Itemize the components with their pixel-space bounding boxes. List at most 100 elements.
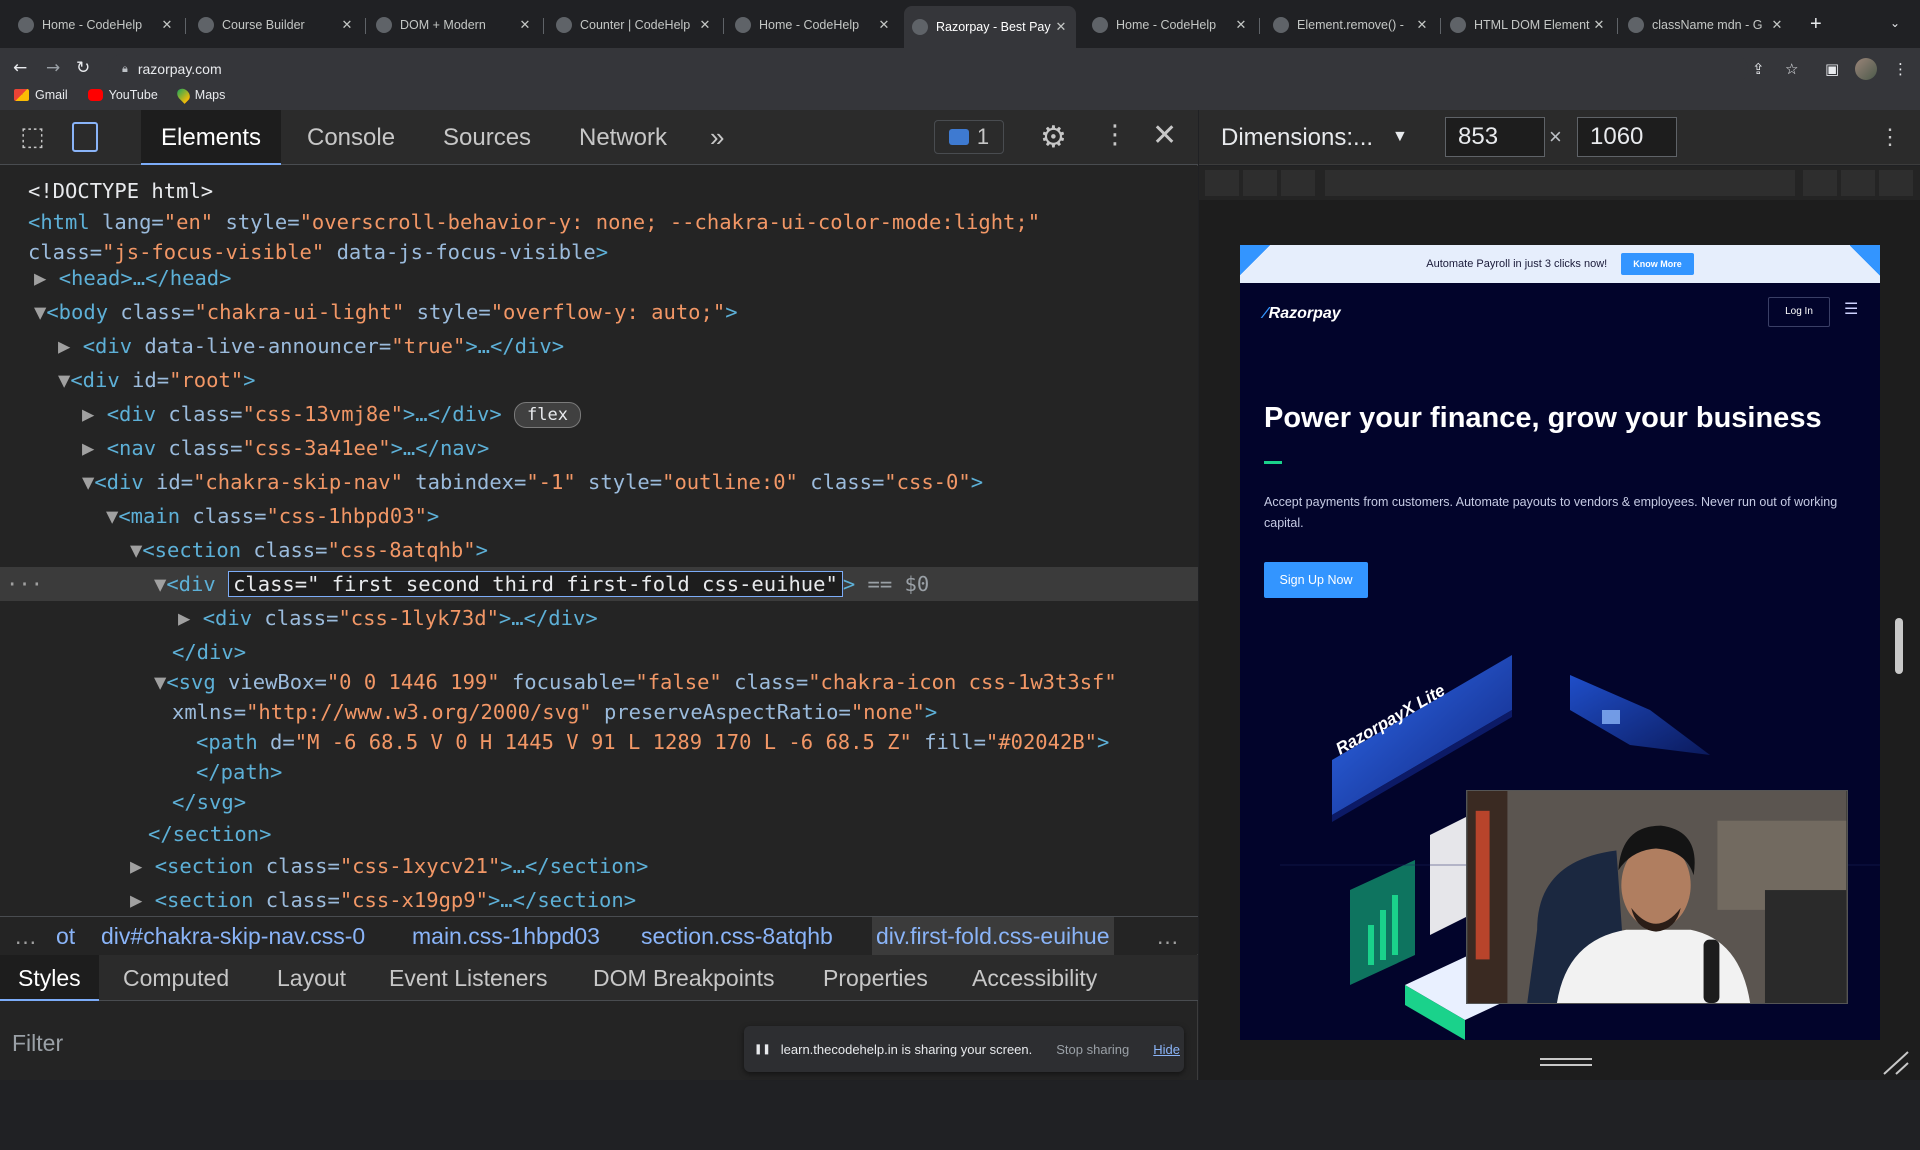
breadcrumb-item[interactable]: section.css-8atqhb	[641, 917, 833, 955]
tab-styles[interactable]: Styles	[0, 955, 99, 1001]
issues-counter-button[interactable]: 1	[934, 120, 1004, 154]
dom-line-nav[interactable]: ▶ <nav class="css-3a41ee">…</nav>	[82, 431, 489, 465]
tab-network[interactable]: Network	[579, 110, 667, 165]
collapse-arrow-icon[interactable]: ▼	[130, 538, 142, 562]
back-icon[interactable]: ←	[13, 58, 27, 78]
dom-line-svg-close[interactable]: </svg>	[172, 785, 246, 819]
collapse-arrow-icon[interactable]: ▼	[154, 572, 166, 596]
browser-tab[interactable]: Course Builder ✕	[190, 10, 362, 40]
dom-line-selected-div[interactable]: ··· ▼<div class=" first second third firs…	[0, 567, 1198, 601]
stop-sharing-button[interactable]: Stop sharing	[1056, 1042, 1129, 1057]
media-query-segment[interactable]	[1325, 170, 1795, 196]
close-tab-icon[interactable]: ✕	[1415, 17, 1429, 33]
media-query-segment[interactable]	[1803, 170, 1837, 196]
viewport-width-input[interactable]: 853	[1445, 117, 1545, 157]
browser-tab[interactable]: Home - CodeHelp ✕	[1084, 10, 1256, 40]
media-query-segment[interactable]	[1879, 170, 1913, 196]
breadcrumb-overflow-left[interactable]: …	[14, 917, 37, 955]
breadcrumb-item-selected[interactable]: div.first-fold.css-euihue	[872, 917, 1114, 955]
bookmark-gmail[interactable]: Gmail	[14, 88, 68, 102]
dom-line-svg[interactable]: ▼<svg viewBox="0 0 1446 199" focusable="…	[154, 665, 1117, 699]
close-tab-icon[interactable]: ✕	[877, 17, 891, 33]
close-tab-icon[interactable]: ✕	[1592, 17, 1606, 33]
dom-line-section-2[interactable]: ▶ <section class="css-1xycv21">…</sectio…	[130, 849, 648, 883]
tab-computed[interactable]: Computed	[123, 955, 229, 1001]
tab-elements[interactable]: Elements	[141, 110, 282, 165]
dom-line-main[interactable]: ▼<main class="css-1hbpd03">	[106, 499, 439, 533]
viewport-resize-handle-right[interactable]	[1895, 618, 1903, 674]
bookmark-maps[interactable]: Maps	[174, 86, 225, 104]
dom-line-root[interactable]: ▼<div id="root">	[58, 363, 256, 397]
browser-tab[interactable]: Counter | CodeHelp ✕	[548, 10, 720, 40]
attribute-edit-box[interactable]: class=" first second third first-fold cs…	[228, 571, 843, 597]
xmlns-link[interactable]: "http://www.w3.org/2000/svg"	[246, 700, 592, 724]
dom-line-flex-div[interactable]: ▶ <div class="css-13vmj8e">…</div> flex	[82, 397, 581, 431]
bookmark-youtube[interactable]: YouTube	[87, 88, 158, 102]
close-tab-icon[interactable]: ✕	[340, 17, 354, 33]
browser-tab[interactable]: HTML DOM Element ✕	[1442, 10, 1614, 40]
dimensions-dropdown[interactable]: Dimensions:...	[1221, 110, 1373, 165]
expand-arrow-icon[interactable]: ▶	[82, 436, 107, 460]
node-actions-ellipsis[interactable]: ···	[6, 567, 43, 601]
browser-tab[interactable]: Home - CodeHelp ✕	[10, 10, 182, 40]
expand-arrow-icon[interactable]: ▶	[34, 266, 59, 290]
dom-line-skip-nav[interactable]: ▼<div id="chakra-skip-nav" tabindex="-1"…	[82, 465, 983, 499]
devtools-menu-icon[interactable]: ⋮	[1102, 120, 1128, 150]
share-icon[interactable]: ⇪	[1752, 60, 1765, 78]
reload-icon[interactable]: ↻	[76, 58, 90, 78]
tab-properties[interactable]: Properties	[823, 955, 928, 1001]
side-panel-icon[interactable]: ▣	[1825, 60, 1839, 78]
dom-line-path-close[interactable]: </path>	[196, 755, 282, 789]
more-tabs-icon[interactable]: »	[710, 110, 724, 165]
close-tab-icon[interactable]: ✕	[518, 17, 532, 33]
viewport-resize-handle-bottom[interactable]	[1540, 1058, 1592, 1066]
bookmark-star-icon[interactable]: ☆	[1785, 60, 1798, 78]
sign-up-button[interactable]: Sign Up Now	[1264, 562, 1368, 598]
dom-line-body[interactable]: ▼<body class="chakra-ui-light" style="ov…	[34, 295, 738, 329]
expand-arrow-icon[interactable]: ▶	[130, 854, 155, 878]
close-devtools-icon[interactable]: ✕	[1152, 118, 1177, 153]
expand-arrow-icon[interactable]: ▶	[178, 606, 203, 630]
login-button[interactable]: Log In	[1768, 297, 1830, 327]
browser-tab[interactable]: Element.remove() - ✕	[1265, 10, 1437, 40]
expand-arrow-icon[interactable]: ▶	[130, 888, 155, 912]
dom-line-doctype[interactable]: <!DOCTYPE html>	[28, 174, 213, 208]
viewport-height-input[interactable]: 1060	[1577, 117, 1677, 157]
tab-layout[interactable]: Layout	[277, 955, 346, 1001]
dom-line-section-3[interactable]: ▶ <section class="css-x19gp9">…</section…	[130, 883, 636, 917]
dom-line-live-announcer[interactable]: ▶ <div data-live-announcer="true">…</div…	[58, 329, 564, 363]
browser-menu-icon[interactable]: ⋮	[1893, 60, 1908, 78]
device-toolbar-menu-icon[interactable]: ⋮	[1879, 124, 1901, 150]
device-toggle-icon[interactable]	[72, 122, 98, 152]
browser-tab[interactable]: Razorpay - Best Pay ✕	[904, 6, 1076, 48]
collapse-arrow-icon[interactable]: ▼	[154, 670, 166, 694]
breadcrumb-item[interactable]: main.css-1hbpd03	[412, 917, 600, 955]
inspect-element-icon[interactable]: ⬚	[20, 122, 45, 152]
dom-line-section[interactable]: ▼<section class="css-8atqhb">	[130, 533, 488, 567]
tab-accessibility[interactable]: Accessibility	[972, 955, 1097, 1001]
dom-line-svg-cont[interactable]: xmlns="http://www.w3.org/2000/svg" prese…	[172, 695, 937, 729]
browser-tab[interactable]: DOM + Modern ✕	[368, 10, 540, 40]
dom-line-child-div[interactable]: ▶ <div class="css-1lyk73d">…</div>	[178, 601, 598, 635]
collapse-arrow-icon[interactable]: ▼	[82, 470, 94, 494]
tab-search-chevron-icon[interactable]: ⌄	[1890, 16, 1900, 30]
collapse-arrow-icon[interactable]: ▼	[58, 368, 70, 392]
tab-sources[interactable]: Sources	[443, 110, 531, 165]
dom-line-path[interactable]: <path d="M -6 68.5 V 0 H 1445 V 91 L 128…	[196, 725, 1109, 759]
close-tab-icon[interactable]: ✕	[1054, 19, 1068, 35]
media-query-segment[interactable]	[1281, 170, 1315, 196]
dropdown-triangle-icon[interactable]: ▼	[1392, 128, 1408, 146]
media-query-segment[interactable]	[1841, 170, 1875, 196]
forward-icon[interactable]: →	[46, 58, 60, 78]
expand-arrow-icon[interactable]: ▶	[82, 402, 107, 426]
hide-share-bar-button[interactable]: Hide	[1153, 1042, 1180, 1057]
razorpay-logo[interactable]: ⁄ Razorpay	[1264, 305, 1341, 323]
profile-avatar[interactable]	[1855, 58, 1877, 80]
tab-dom-breakpoints[interactable]: DOM Breakpoints	[593, 955, 775, 1001]
expand-arrow-icon[interactable]: ▶	[58, 334, 83, 358]
dom-line-html[interactable]: <html lang="en" style="overscroll-behavi…	[28, 205, 1040, 239]
dom-line-div-close[interactable]: </div>	[172, 635, 246, 669]
breadcrumb-item[interactable]: ot	[56, 917, 75, 955]
media-query-segment[interactable]	[1205, 170, 1239, 196]
styles-filter-input[interactable]: Filter	[12, 1030, 63, 1057]
